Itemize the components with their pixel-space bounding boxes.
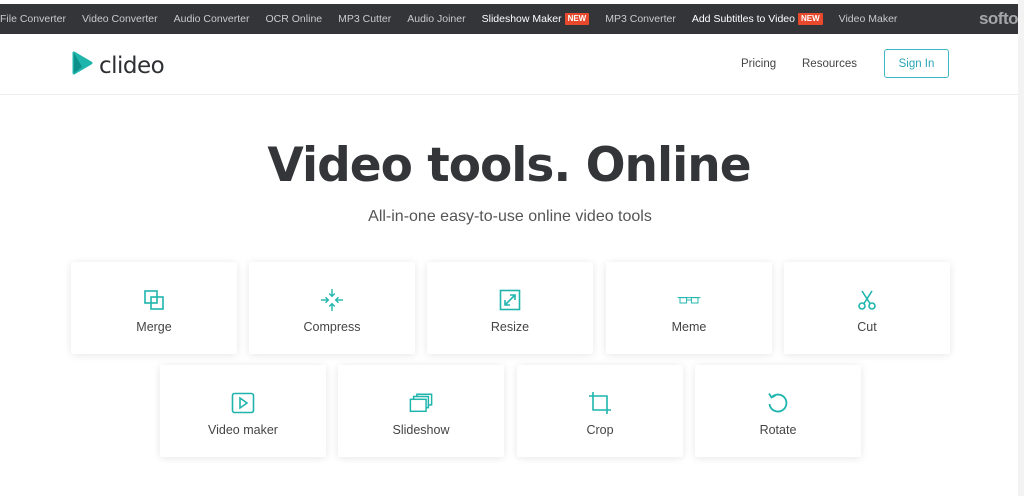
tool-label: Crop: [586, 423, 614, 437]
topbar-link-ocr-online[interactable]: OCR Online: [266, 13, 323, 25]
play-icon: [231, 391, 255, 415]
tool-label: Meme: [671, 320, 707, 334]
clideo-logo-icon: [71, 51, 93, 80]
tool-label: Cut: [857, 320, 877, 334]
meme-glasses-icon: [677, 288, 701, 312]
new-badge: NEW: [797, 13, 823, 25]
logo-text: clideo: [99, 52, 165, 79]
tool-label: Resize: [490, 320, 530, 334]
page-title: Video tools. Online: [267, 138, 751, 193]
softo-brand-logo[interactable]: softo: [979, 4, 1019, 34]
tool-card-meme[interactable]: Meme: [606, 262, 772, 354]
topbar-link-audio-joiner[interactable]: Audio Joiner: [407, 13, 465, 25]
tool-label: Slideshow: [392, 423, 450, 437]
tool-card-crop[interactable]: Crop: [517, 365, 683, 457]
clideo-logo[interactable]: clideo: [71, 51, 165, 80]
page-subtitle: All-in-one easy-to-use online video tool…: [368, 208, 652, 225]
tool-card-video-maker[interactable]: Video maker: [160, 365, 326, 457]
nav-pricing[interactable]: Pricing: [741, 58, 776, 70]
tool-card-merge[interactable]: Merge: [71, 262, 237, 354]
sign-in-button[interactable]: Sign In: [884, 49, 949, 78]
top-bar: File Converter Video Converter Audio Con…: [0, 4, 1019, 34]
slideshow-icon: [409, 391, 433, 415]
tool-card-compress[interactable]: Compress: [249, 262, 415, 354]
topbar-link-video-maker[interactable]: Video Maker: [839, 13, 898, 25]
tool-card-resize[interactable]: Resize: [427, 262, 593, 354]
topbar-link-video-converter[interactable]: Video Converter: [82, 13, 158, 25]
resize-icon: [498, 288, 522, 312]
rotate-icon: [766, 391, 790, 415]
tool-label: Rotate: [759, 423, 797, 437]
new-badge: NEW: [564, 13, 590, 25]
site-header: clideo Pricing Resources Sign In: [0, 34, 1018, 95]
topbar-link-add-subtitles[interactable]: Add Subtitles to Video NEW: [692, 13, 823, 25]
scrollbar-track[interactable]: [1018, 0, 1024, 496]
tool-card-rotate[interactable]: Rotate: [695, 365, 861, 457]
compress-icon: [320, 288, 344, 312]
topbar-link-slideshow-maker[interactable]: Slideshow Maker NEW: [482, 13, 590, 25]
merge-icon: [142, 288, 166, 312]
topbar-link-audio-converter[interactable]: Audio Converter: [174, 13, 250, 25]
topbar-link-mp3-converter[interactable]: MP3 Converter: [605, 13, 676, 25]
nav-resources[interactable]: Resources: [802, 58, 857, 70]
tool-label: Compress: [303, 320, 361, 334]
topbar-link-file-converter[interactable]: File Converter: [0, 13, 66, 25]
topbar-links: File Converter Video Converter Audio Con…: [0, 4, 913, 34]
topbar-link-mp3-cutter[interactable]: MP3 Cutter: [338, 13, 391, 25]
crop-icon: [588, 391, 612, 415]
tool-card-cut[interactable]: Cut: [784, 262, 950, 354]
tool-label: Merge: [136, 320, 172, 334]
tool-label: Video maker: [208, 423, 278, 437]
scissors-icon: [855, 288, 879, 312]
tool-card-slideshow[interactable]: Slideshow: [338, 365, 504, 457]
